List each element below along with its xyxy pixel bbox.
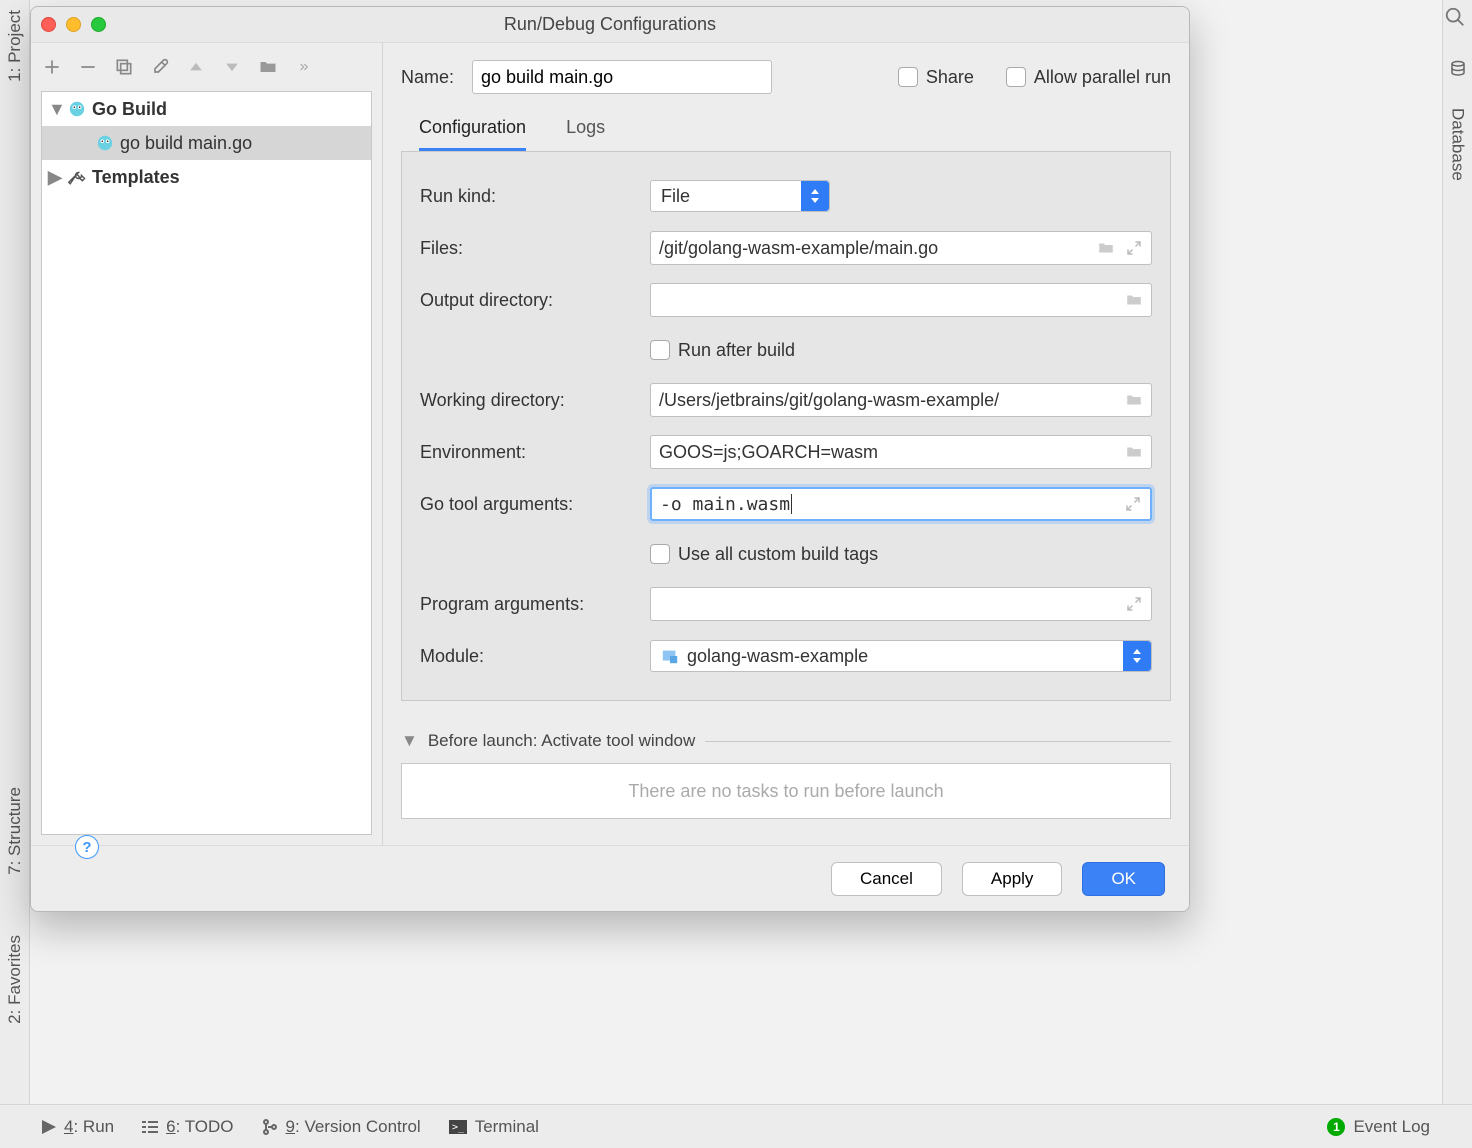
close-window-button[interactable] (41, 17, 56, 32)
tool-run[interactable]: 4: Run (42, 1117, 114, 1137)
tabs: Configuration Logs (401, 99, 1171, 151)
event-log[interactable]: 1 Event Log (1327, 1117, 1430, 1137)
select-arrow-icon (1123, 641, 1151, 671)
go-tool-args-label: Go tool arguments: (420, 494, 650, 515)
tree-label: go build main.go (120, 133, 252, 154)
dialog-titlebar: Run/Debug Configurations (31, 7, 1189, 43)
tool-terminal[interactable]: >_ Terminal (449, 1117, 539, 1137)
working-dir-input[interactable]: /Users/jetbrains/git/golang-wasm-example… (650, 383, 1152, 417)
config-form-panel: Name: Share Allow parallel run Configura… (383, 43, 1189, 845)
svg-text:>_: >_ (452, 1122, 465, 1133)
run-debug-dialog: Run/Debug Configurations » ▼ Go Build (30, 6, 1190, 912)
checkbox-icon (898, 67, 918, 87)
dialog-title: Run/Debug Configurations (31, 14, 1189, 35)
run-kind-select[interactable]: File (650, 180, 830, 212)
expand-icon[interactable] (1125, 595, 1143, 613)
module-label: Module: (420, 646, 650, 667)
edit-templates-button[interactable] (149, 56, 171, 78)
allow-parallel-checkbox[interactable]: Allow parallel run (1006, 67, 1171, 88)
gopher-icon (96, 134, 114, 152)
ide-right-toolbar: Database (1442, 0, 1472, 1104)
chevron-right-icon: ▶ (48, 167, 62, 188)
before-launch-empty-text: There are no tasks to run before launch (628, 781, 943, 802)
run-after-build-checkbox[interactable]: Run after build (650, 340, 795, 361)
expand-icon[interactable] (1125, 239, 1143, 257)
config-toolbar: » (31, 43, 382, 91)
minimize-window-button[interactable] (66, 17, 81, 32)
checkbox-icon (650, 340, 670, 360)
go-tool-args-input[interactable]: -o main.wasm (650, 487, 1152, 521)
environment-label: Environment: (420, 442, 650, 463)
folder-icon[interactable] (1097, 239, 1115, 257)
tree-node-run-config[interactable]: go build main.go (42, 126, 371, 160)
configurations-panel: » ▼ Go Build go build main.go ▶ Template… (31, 43, 383, 845)
ide-left-toolbar: 1: Project 7: Structure 2: Favorites (0, 0, 30, 1104)
window-controls (41, 17, 106, 32)
tool-todo[interactable]: 6: TODO (142, 1117, 233, 1137)
checkbox-icon (650, 544, 670, 564)
folder-icon[interactable] (1125, 391, 1143, 409)
tool-favorites[interactable]: 2: Favorites (5, 935, 25, 1024)
search-icon[interactable] (1444, 6, 1466, 33)
tab-logs[interactable]: Logs (566, 117, 605, 151)
add-config-button[interactable] (41, 56, 63, 78)
tree-label: Templates (92, 167, 180, 188)
program-args-input[interactable] (650, 587, 1152, 621)
tree-label: Go Build (92, 99, 167, 120)
tool-database[interactable]: Database (1448, 108, 1468, 181)
more-toolbar-button[interactable]: » (293, 56, 315, 78)
ide-bottom-bar: 4: Run 6: TODO 9: Version Control >_ Ter… (0, 1104, 1472, 1148)
configuration-form: Run kind: File Files: (401, 151, 1171, 701)
tab-configuration[interactable]: Configuration (419, 117, 526, 151)
help-icon: ? (75, 835, 99, 859)
working-dir-label: Working directory: (420, 390, 650, 411)
output-dir-label: Output directory: (420, 290, 650, 311)
zoom-window-button[interactable] (91, 17, 106, 32)
dialog-footer: Cancel Apply OK (31, 845, 1189, 911)
expand-icon[interactable] (1124, 495, 1142, 513)
ok-button[interactable]: OK (1082, 862, 1165, 896)
chevron-down-icon: ▼ (48, 99, 62, 120)
tree-node-templates[interactable]: ▶ Templates (42, 160, 371, 194)
gopher-icon (68, 100, 86, 118)
name-input[interactable] (472, 60, 772, 94)
environment-input[interactable]: GOOS=js;GOARCH=wasm (650, 435, 1152, 469)
checkbox-icon (1006, 67, 1026, 87)
folder-button[interactable] (257, 56, 279, 78)
name-label: Name: (401, 67, 454, 88)
tool-structure[interactable]: 7: Structure (5, 787, 25, 875)
database-icon[interactable] (1449, 60, 1467, 78)
files-label: Files: (420, 238, 650, 259)
before-launch-header[interactable]: ▼ Before launch: Activate tool window (401, 731, 1171, 751)
output-dir-input[interactable] (650, 283, 1152, 317)
program-args-label: Program arguments: (420, 594, 650, 615)
event-count-badge: 1 (1327, 1118, 1345, 1136)
apply-button[interactable]: Apply (962, 862, 1063, 896)
tool-version-control[interactable]: 9: Version Control (262, 1117, 421, 1137)
copy-config-button[interactable] (113, 56, 135, 78)
move-down-button[interactable] (221, 56, 243, 78)
chevron-down-icon: ▼ (401, 731, 418, 751)
use-build-tags-checkbox[interactable]: Use all custom build tags (650, 544, 878, 565)
select-arrow-icon (801, 181, 829, 211)
cancel-button[interactable]: Cancel (831, 862, 942, 896)
share-checkbox[interactable]: Share (898, 67, 974, 88)
remove-config-button[interactable] (77, 56, 99, 78)
run-kind-label: Run kind: (420, 186, 650, 207)
move-up-button[interactable] (185, 56, 207, 78)
tool-project[interactable]: 1: Project (5, 10, 25, 82)
before-launch-list[interactable]: There are no tasks to run before launch (401, 763, 1171, 819)
module-select[interactable]: golang-wasm-example (650, 640, 1152, 672)
config-tree[interactable]: ▼ Go Build go build main.go ▶ Templates (41, 91, 372, 835)
folder-icon[interactable] (1125, 443, 1143, 461)
files-input[interactable]: /git/golang-wasm-example/main.go (650, 231, 1152, 265)
tree-node-go-build[interactable]: ▼ Go Build (42, 92, 371, 126)
wrench-icon (68, 168, 86, 186)
module-icon (661, 647, 679, 665)
help-button[interactable]: ? (75, 835, 99, 859)
folder-icon[interactable] (1125, 291, 1143, 309)
